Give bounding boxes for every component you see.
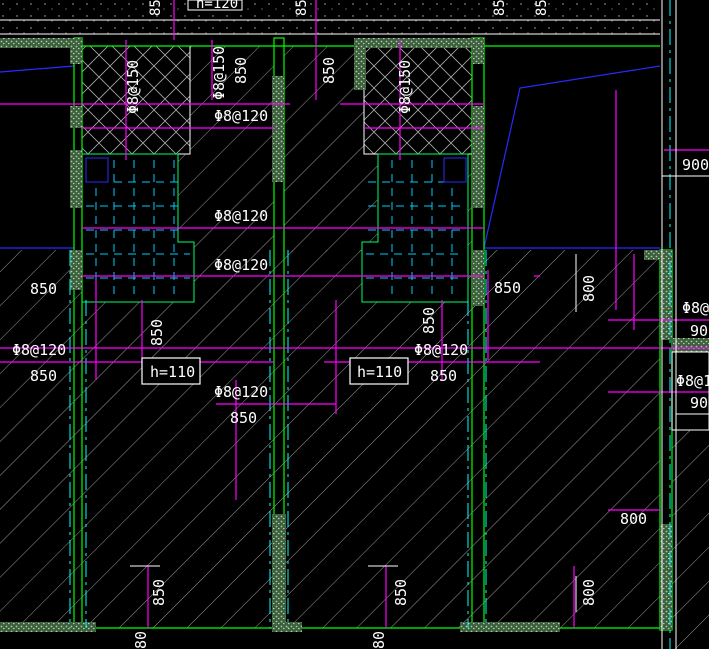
dimension-label: 900 <box>690 394 709 412</box>
dimension-label: 850 <box>232 57 250 84</box>
dimension-label: 850 <box>148 319 166 346</box>
rebar-label: Φ8@120 <box>214 207 268 225</box>
rebar-label: Φ8@1 <box>676 372 709 390</box>
dimension-label: 850 <box>150 579 168 606</box>
rebar-label: Φ8@120 <box>214 107 268 125</box>
slab-tag-right: h=110 <box>349 357 409 385</box>
dimension-label: 850 <box>494 279 521 297</box>
rebar-label: Φ8@120 <box>682 299 709 317</box>
rebar-label: Φ8@120 <box>214 383 268 401</box>
rebar-label: Φ8@150 <box>210 46 228 100</box>
top-fragment-label: h=120 <box>196 0 238 12</box>
dimension-label: 850 <box>230 409 257 427</box>
rebar-label: Φ8@150 <box>124 60 142 114</box>
dimension-label: 80 <box>132 631 150 649</box>
svg-text:850: 850 <box>492 0 508 16</box>
structural-slab-plan: h=120 850 850 850 850 h=110 h=110 Φ8@150… <box>0 0 709 649</box>
rebar-label: Φ8@120 <box>414 341 468 359</box>
dimension-label: 850 <box>420 307 438 334</box>
slab-tag-left: h=110 <box>141 357 201 385</box>
dimension-label: 80 <box>370 631 388 649</box>
dimension-label: 800 <box>580 579 598 606</box>
rebar-label: Φ8@120 <box>214 256 268 274</box>
dimension-label: 850 <box>30 367 57 385</box>
dimension-label: 800 <box>580 275 598 302</box>
dimension-label: 900 <box>682 156 709 174</box>
slab-thickness-tag: h=110 <box>357 363 402 381</box>
dimension-label: 900 <box>690 322 709 340</box>
svg-text:850: 850 <box>294 0 310 16</box>
top-strip: h=120 850 850 850 850 <box>0 0 709 38</box>
rebar-label: Φ8@150 <box>396 60 414 114</box>
dimension-label: 850 <box>30 280 57 298</box>
svg-text:850: 850 <box>148 0 164 16</box>
dimension-label: 850 <box>320 57 338 84</box>
dimension-label: 850 <box>392 579 410 606</box>
rebar-label: Φ8@120 <box>12 341 66 359</box>
slab-thickness-tag: h=110 <box>150 363 195 381</box>
dimension-label: 850 <box>430 367 457 385</box>
svg-text:850: 850 <box>534 0 550 16</box>
dimension-label: 800 <box>620 510 647 528</box>
